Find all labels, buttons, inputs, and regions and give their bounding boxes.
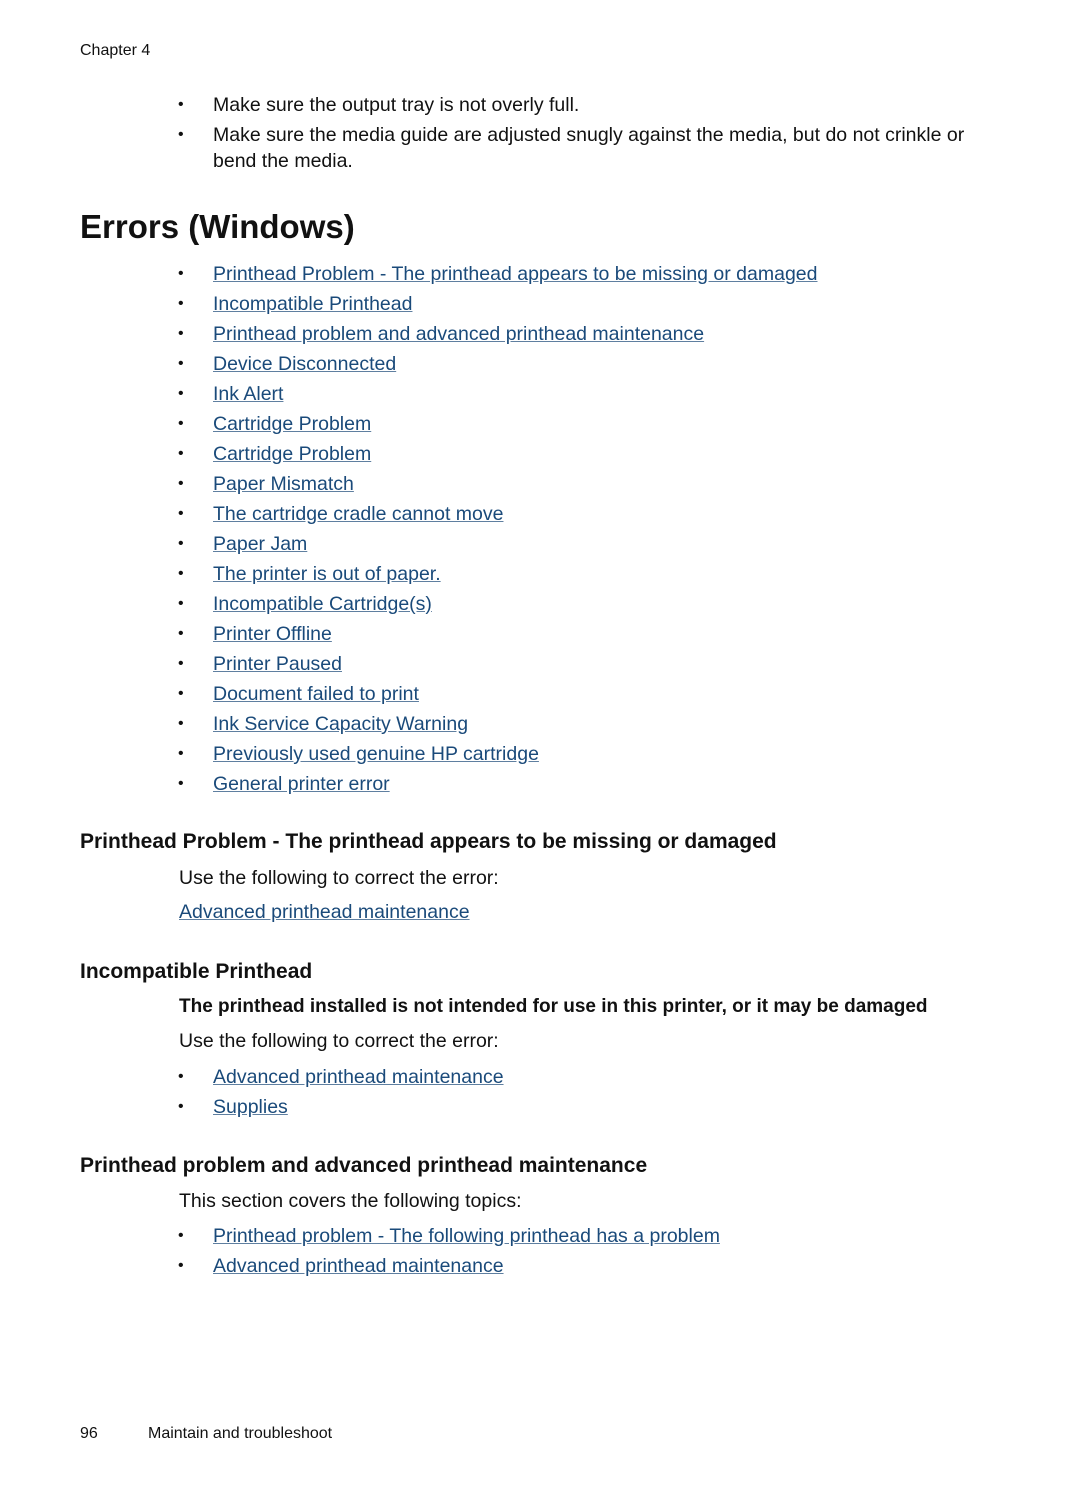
- bullet-icon: •: [178, 445, 184, 462]
- error-topic-link[interactable]: Paper Mismatch: [213, 473, 354, 495]
- bullet-icon: •: [178, 355, 184, 372]
- instruction-text: Use the following to correct the error:: [179, 1030, 499, 1052]
- bullet-icon: •: [178, 96, 184, 113]
- error-topic-link[interactable]: Cartridge Problem: [213, 443, 371, 465]
- bullet-icon: •: [178, 265, 184, 282]
- section-heading-incompatible-printhead: Incompatible Printhead: [80, 960, 313, 983]
- error-topic-link[interactable]: Incompatible Cartridge(s): [213, 593, 432, 615]
- error-topic-link[interactable]: Incompatible Printhead: [213, 293, 412, 315]
- list-item: • The printer is out of paper.: [178, 559, 818, 589]
- bullet-icon: •: [178, 126, 184, 143]
- intro-bullet-list: • Make sure the output tray is not overly…: [178, 92, 1008, 178]
- bullet-icon: •: [178, 565, 184, 582]
- list-item: • Supplies: [178, 1092, 504, 1122]
- list-item: • Advanced printhead maintenance: [178, 1251, 720, 1281]
- error-topic-link[interactable]: Cartridge Problem: [213, 413, 371, 435]
- bullet-icon: •: [178, 1257, 184, 1274]
- error-topic-link[interactable]: Printhead problem and advanced printhead…: [213, 323, 704, 345]
- bullet-icon: •: [178, 325, 184, 342]
- bullet-icon: •: [178, 655, 184, 672]
- bullet-icon: •: [178, 595, 184, 612]
- error-topic-link[interactable]: The printer is out of paper.: [213, 563, 441, 585]
- list-item: • Device Disconnected: [178, 349, 818, 379]
- list-item: • Printer Paused: [178, 649, 818, 679]
- error-topic-link[interactable]: Printer Offline: [213, 623, 332, 645]
- bullet-icon: •: [178, 505, 184, 522]
- list-item: • Previously used genuine HP cartridge: [178, 739, 818, 769]
- list-item: • The cartridge cradle cannot move: [178, 499, 818, 529]
- error-topic-link[interactable]: Paper Jam: [213, 533, 307, 555]
- list-item: • Cartridge Problem: [178, 409, 818, 439]
- error-topic-link[interactable]: Printer Paused: [213, 653, 342, 675]
- bullet-icon: •: [178, 745, 184, 762]
- error-topic-link[interactable]: Ink Service Capacity Warning: [213, 713, 468, 735]
- bullet-icon: •: [178, 775, 184, 792]
- error-topic-link[interactable]: Device Disconnected: [213, 353, 396, 375]
- footer-page-number: 96: [80, 1425, 98, 1442]
- error-topic-link[interactable]: General printer error: [213, 773, 390, 795]
- list-item: • Printhead problem and advanced printhea…: [178, 319, 818, 349]
- bullet-icon: •: [178, 1098, 184, 1115]
- advanced-printhead-maintenance-link[interactable]: Advanced printhead maintenance: [213, 1255, 504, 1277]
- list-item: • Paper Mismatch: [178, 469, 818, 499]
- section-intro-text: This section covers the following topics…: [179, 1190, 522, 1212]
- error-topic-link[interactable]: Ink Alert: [213, 383, 283, 405]
- list-item: • Incompatible Printhead: [178, 289, 818, 319]
- bullet-icon: •: [178, 535, 184, 552]
- bullet-icon: •: [178, 415, 184, 432]
- error-topic-link[interactable]: The cartridge cradle cannot move: [213, 503, 503, 525]
- bullet-icon: •: [178, 1227, 184, 1244]
- list-item: • General printer error: [178, 769, 818, 799]
- list-item: • Document failed to print: [178, 679, 818, 709]
- list-item: • Paper Jam: [178, 529, 818, 559]
- page-title: Errors (Windows): [80, 208, 355, 245]
- list-item: • Printhead problem - The following print…: [178, 1221, 720, 1251]
- section-heading-printhead-missing: Printhead Problem - The printhead appear…: [80, 830, 777, 853]
- printhead-warning-text: The printhead installed is not intended …: [179, 996, 928, 1017]
- list-item: • Make sure the media guide are adjusted …: [178, 124, 965, 172]
- bullet-icon: •: [178, 385, 184, 402]
- list-item: • Printhead Problem - The printhead appea…: [178, 259, 818, 289]
- list-item: • Make sure the output tray is not overly…: [178, 94, 580, 116]
- bullet-icon: •: [178, 475, 184, 492]
- bullet-icon: •: [178, 715, 184, 732]
- errors-link-list: • Printhead Problem - The printhead appea…: [178, 259, 818, 799]
- printhead-maintenance-links: • Printhead problem - The following print…: [178, 1221, 720, 1281]
- list-item: • Cartridge Problem: [178, 439, 818, 469]
- bullet-icon: •: [178, 295, 184, 312]
- incompatible-printhead-links: • Advanced printhead maintenance • Supplie…: [178, 1062, 504, 1122]
- printhead-problem-link[interactable]: Printhead problem - The following printh…: [213, 1225, 720, 1247]
- list-item: • Ink Alert: [178, 379, 818, 409]
- supplies-link[interactable]: Supplies: [213, 1096, 288, 1118]
- list-item: • Incompatible Cartridge(s): [178, 589, 818, 619]
- error-topic-link[interactable]: Previously used genuine HP cartridge: [213, 743, 539, 765]
- advanced-printhead-maintenance-link[interactable]: Advanced printhead maintenance: [179, 901, 470, 924]
- bullet-icon: •: [178, 625, 184, 642]
- instruction-text: Use the following to correct the error:: [179, 867, 499, 889]
- bullet-icon: •: [178, 685, 184, 702]
- advanced-printhead-maintenance-link[interactable]: Advanced printhead maintenance: [213, 1066, 504, 1088]
- chapter-header: Chapter 4: [80, 42, 151, 59]
- footer-section-title: Maintain and troubleshoot: [148, 1425, 333, 1442]
- list-item: • Ink Service Capacity Warning: [178, 709, 818, 739]
- bullet-icon: •: [178, 1068, 184, 1085]
- error-topic-link[interactable]: Document failed to print: [213, 683, 419, 705]
- error-topic-link[interactable]: Printhead Problem - The printhead appear…: [213, 263, 818, 285]
- list-item: • Advanced printhead maintenance: [178, 1062, 504, 1092]
- section-heading-printhead-maintenance: Printhead problem and advanced printhead…: [80, 1154, 648, 1177]
- list-item: • Printer Offline: [178, 619, 818, 649]
